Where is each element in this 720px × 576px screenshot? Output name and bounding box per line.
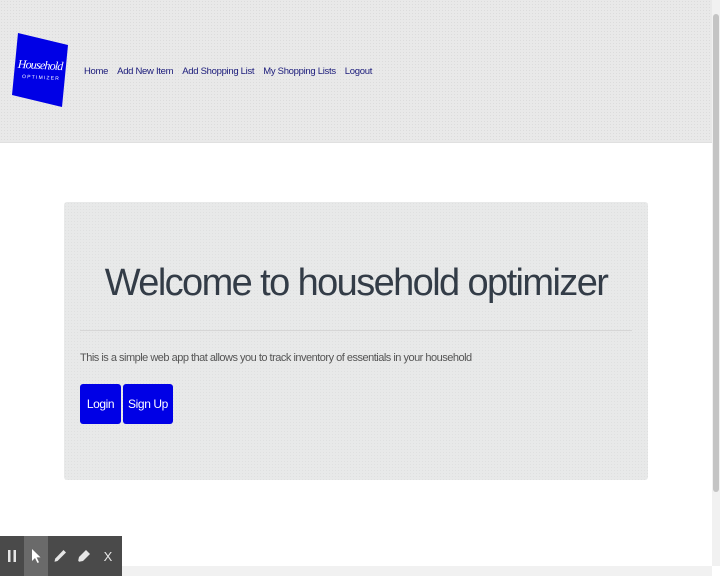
page-title: Welcome to household optimizer bbox=[104, 262, 609, 304]
logo-main-text: Household bbox=[16, 57, 64, 73]
close-toolbar-button[interactable]: X bbox=[96, 536, 120, 576]
annotation-toolbar: X bbox=[0, 536, 122, 576]
nav-home[interactable]: Home bbox=[84, 66, 108, 77]
signup-button[interactable]: Sign Up bbox=[123, 384, 173, 424]
main-nav: Home Add New Item Add Shopping List My S… bbox=[84, 66, 372, 77]
divider bbox=[80, 330, 632, 331]
pen-icon bbox=[54, 550, 66, 562]
nav-my-shopping-lists[interactable]: My Shopping Lists bbox=[263, 66, 336, 77]
nav-logout[interactable]: Logout bbox=[345, 66, 373, 77]
cursor-tool-button[interactable] bbox=[24, 536, 48, 576]
cursor-icon bbox=[32, 549, 41, 563]
horizontal-scrollbar[interactable] bbox=[122, 566, 712, 576]
highlighter-icon bbox=[78, 550, 90, 562]
welcome-jumbotron: Welcome to household optimizer This is a… bbox=[64, 202, 648, 480]
navbar: Household OPTIMIZER Home Add New Item Ad… bbox=[0, 0, 712, 143]
app-description: This is a simple web app that allows you… bbox=[80, 352, 472, 364]
scrollbar-thumb[interactable] bbox=[713, 14, 719, 492]
pen-tool-button[interactable] bbox=[48, 536, 72, 576]
pause-icon bbox=[8, 550, 16, 562]
close-icon: X bbox=[103, 548, 113, 564]
nav-add-new-item[interactable]: Add New Item bbox=[117, 66, 173, 77]
vertical-scrollbar[interactable] bbox=[712, 0, 720, 566]
nav-add-shopping-list[interactable]: Add Shopping List bbox=[182, 66, 254, 77]
household-optimizer-logo[interactable]: Household OPTIMIZER bbox=[10, 31, 70, 109]
pause-button[interactable] bbox=[0, 536, 24, 576]
highlighter-tool-button[interactable] bbox=[72, 536, 96, 576]
login-button[interactable]: Login bbox=[80, 384, 121, 424]
page: Household OPTIMIZER Home Add New Item Ad… bbox=[0, 0, 720, 576]
